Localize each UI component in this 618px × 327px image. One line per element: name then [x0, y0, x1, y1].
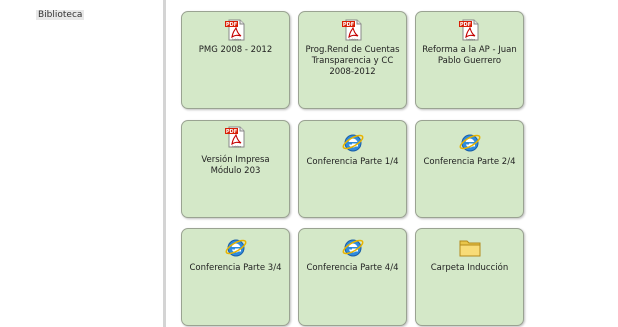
pdf-icon: PDF Adobe — [224, 125, 248, 149]
svg-text:PDF: PDF — [459, 22, 470, 28]
internet-explorer-icon — [341, 130, 365, 154]
tile-conferencia-4[interactable]: Conferencia Parte 4/4 — [298, 228, 407, 326]
svg-text:PDF: PDF — [225, 129, 236, 135]
svg-text:PDF: PDF — [342, 22, 353, 28]
tile-reforma-ap[interactable]: PDF Adobe Reforma a la AP - Juan Pablo G… — [415, 11, 524, 109]
tile-label: Conferencia Parte 2/4 — [423, 157, 516, 167]
pdf-icon: PDF Adobe — [341, 18, 365, 42]
svg-text:Adobe: Adobe — [231, 145, 241, 149]
sidebar-title: Biblioteca — [36, 10, 85, 20]
tile-label: Conferencia Parte 1/4 — [306, 157, 399, 167]
tile-version-impresa[interactable]: PDF Adobe Versión Impresa Módulo 203 — [181, 120, 290, 218]
tile-carpeta-induccion[interactable]: Carpeta Inducción — [415, 228, 524, 326]
svg-text:Adobe: Adobe — [465, 38, 475, 42]
tile-grid: PDF Adobe PMG 2008 - 2012 PDF Adobe Prog… — [166, 0, 618, 327]
svg-text:PDF: PDF — [225, 22, 236, 28]
tile-label: Versión Impresa Módulo 203 — [201, 155, 270, 176]
internet-explorer-icon — [341, 235, 365, 259]
svg-text:Adobe: Adobe — [231, 38, 241, 42]
tile-pmg-2008-2012[interactable]: PDF Adobe PMG 2008 - 2012 — [181, 11, 290, 109]
internet-explorer-icon — [458, 130, 482, 154]
tile-label: Conferencia Parte 3/4 — [189, 263, 282, 273]
tile-label: Conferencia Parte 4/4 — [306, 263, 399, 273]
svg-text:Adobe: Adobe — [348, 38, 358, 42]
pdf-icon: PDF Adobe — [458, 18, 482, 42]
internet-explorer-icon — [224, 235, 248, 259]
tile-label: Reforma a la AP - Juan Pablo Guerrero — [422, 45, 517, 66]
folder-icon — [458, 235, 482, 259]
tile-label: PMG 2008 - 2012 — [198, 45, 273, 55]
tile-label: Carpeta Inducción — [430, 263, 509, 273]
sidebar: Biblioteca — [0, 0, 163, 327]
pdf-icon: PDF Adobe — [224, 18, 248, 42]
tile-conferencia-2[interactable]: Conferencia Parte 2/4 — [415, 120, 524, 218]
tile-conferencia-1[interactable]: Conferencia Parte 1/4 — [298, 120, 407, 218]
tile-label: Prog.Rend de Cuentas Transparencia y CC … — [305, 45, 400, 77]
tile-conferencia-3[interactable]: Conferencia Parte 3/4 — [181, 228, 290, 326]
tile-prog-rend-cuentas[interactable]: PDF Adobe Prog.Rend de Cuentas Transpare… — [298, 11, 407, 109]
